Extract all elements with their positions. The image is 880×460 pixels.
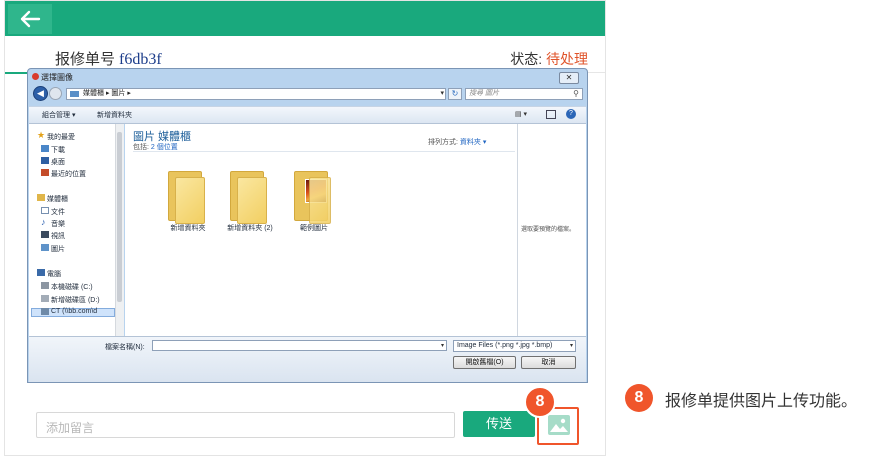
top-bar — [5, 1, 605, 36]
dialog-close-button[interactable]: ✕ — [559, 72, 579, 84]
video-icon — [41, 231, 49, 238]
order-number: f6db3f — [119, 51, 162, 68]
filename-input[interactable]: ▾ — [152, 340, 447, 351]
nav-recent[interactable]: 最近的位置 — [41, 169, 86, 179]
order-number-label: 报修单号 f6db3f — [55, 51, 162, 68]
document-icon — [41, 207, 49, 214]
search-input[interactable]: 搜尋 圖片 ⚲ — [465, 88, 583, 100]
library-icon — [37, 194, 45, 201]
chevron-down-icon[interactable]: ▾ — [440, 89, 444, 99]
folder-item[interactable]: 範例圖片 — [279, 171, 349, 241]
chevron-down-icon: ▾ — [569, 343, 573, 349]
sort-dropdown[interactable]: 資料夾 ▾ — [460, 139, 486, 146]
folder-icon — [70, 91, 79, 97]
image-icon — [548, 415, 570, 435]
nav-disk-d[interactable]: 新增磁碟區 (D:) — [41, 295, 100, 305]
divider — [133, 151, 515, 152]
nav-documents[interactable]: 文件 — [41, 207, 65, 217]
download-icon — [41, 145, 49, 152]
sort-by: 排列方式: 資料夾 ▾ — [428, 139, 487, 146]
preview-pane: 選取要預覽的檔案。 — [517, 124, 586, 336]
chevron-down-icon[interactable]: ▾ — [441, 341, 444, 351]
nav-forward-button[interactable] — [49, 87, 62, 100]
back-button[interactable] — [8, 4, 52, 34]
preview-pane-icon[interactable] — [546, 110, 556, 119]
pictures-icon — [41, 244, 49, 251]
computer-icon — [37, 269, 45, 276]
folder-item[interactable]: 新增資料夾 — [153, 171, 223, 241]
send-button[interactable]: 传送 — [463, 411, 535, 437]
file-dialog: 選擇圖像 ✕ ◀ 媒體櫃 ▸ 圖片 ▸ ▾ ↻ 搜尋 圖片 ⚲ 組合管理 ▾ 新… — [27, 68, 588, 383]
nav-pictures[interactable]: 圖片 — [41, 244, 65, 254]
nav-back-button[interactable]: ◀ — [33, 86, 48, 101]
folder-label: 範例圖片 — [300, 225, 328, 232]
arrow-left-icon — [20, 10, 41, 28]
folder-label: 新增資料夾 — [170, 225, 206, 232]
nav-favorites[interactable]: ★ 我的最愛 — [37, 130, 75, 142]
dialog-bottom-bar: 檔案名稱(N): ▾ Image Files (*.png *.jpg *.bm… — [29, 336, 586, 382]
divider-accent — [5, 72, 29, 74]
nav-computer[interactable]: 電腦 — [37, 269, 61, 279]
caption-badge: 8 — [625, 384, 653, 412]
filename-label: 檔案名稱(N): — [105, 344, 145, 351]
network-drive-icon — [41, 308, 49, 315]
step-badge: 8 — [524, 386, 556, 418]
nav-network-drive[interactable]: CT (\\bb.com\d — [41, 308, 97, 315]
comment-input[interactable]: 添加留言 — [36, 412, 455, 438]
search-icon: ⚲ — [573, 89, 579, 98]
nav-scrollbar[interactable] — [115, 124, 124, 336]
cancel-button[interactable]: 取消 — [521, 356, 576, 369]
dialog-toolbar: 組合管理 ▾ 新增資料夾 ▤ ▾ ? — [29, 106, 586, 124]
navigation-pane: ★ 我的最愛 下載 桌面 最近的位置 媒體櫃 文件 ♪ 音樂 視訊 圖片 電腦 本機… — [29, 124, 124, 336]
status-label: 状态: 待处理 — [510, 51, 588, 67]
nav-disk-c[interactable]: 本機磁碟 (C:) — [41, 282, 93, 292]
dialog-app-icon — [32, 73, 39, 80]
view-options-button[interactable]: ▤ ▾ — [515, 110, 527, 118]
nav-libraries[interactable]: 媒體櫃 — [37, 194, 68, 204]
feature-caption: 报修单提供图片上传功能。 — [665, 393, 858, 410]
disk-icon — [41, 282, 49, 289]
music-icon: ♪ — [41, 217, 46, 227]
nav-videos[interactable]: 視訊 — [41, 231, 65, 241]
address-bar[interactable]: 媒體櫃 ▸ 圖片 ▸ ▾ — [66, 88, 446, 100]
star-icon: ★ — [37, 130, 46, 140]
desktop-icon — [41, 157, 49, 164]
preview-hint: 選取要預覽的檔案。 — [521, 227, 576, 233]
file-list: 圖片 媒體櫃 包括: 2 個位置 排列方式: 資料夾 ▾ 新增資料夾 新增資料夾… — [125, 124, 517, 336]
disk-icon — [41, 295, 49, 302]
filetype-select[interactable]: Image Files (*.png *.jpg *.bmp) ▾ — [453, 340, 576, 352]
nav-downloads[interactable]: 下載 — [41, 145, 65, 155]
nav-desktop[interactable]: 桌面 — [41, 157, 65, 167]
scrollbar-thumb[interactable] — [117, 132, 122, 302]
recent-places-icon — [41, 169, 49, 176]
dialog-title: 選擇圖像 — [41, 73, 73, 82]
organize-button[interactable]: 組合管理 ▾ — [42, 110, 75, 120]
folder-item[interactable]: 新增資料夾 (2) — [215, 171, 285, 241]
refresh-button[interactable]: ↻ — [448, 88, 462, 100]
status-value: 待处理 — [546, 51, 588, 67]
help-icon[interactable]: ? — [566, 109, 576, 119]
open-button[interactable]: 開啟舊檔(O) — [453, 356, 516, 369]
library-locations-link[interactable]: 2 個位置 — [151, 144, 178, 151]
nav-music[interactable]: ♪ 音樂 — [41, 217, 65, 229]
folder-label: 新增資料夾 (2) — [227, 225, 273, 232]
new-folder-button[interactable]: 新增資料夾 — [97, 110, 132, 120]
